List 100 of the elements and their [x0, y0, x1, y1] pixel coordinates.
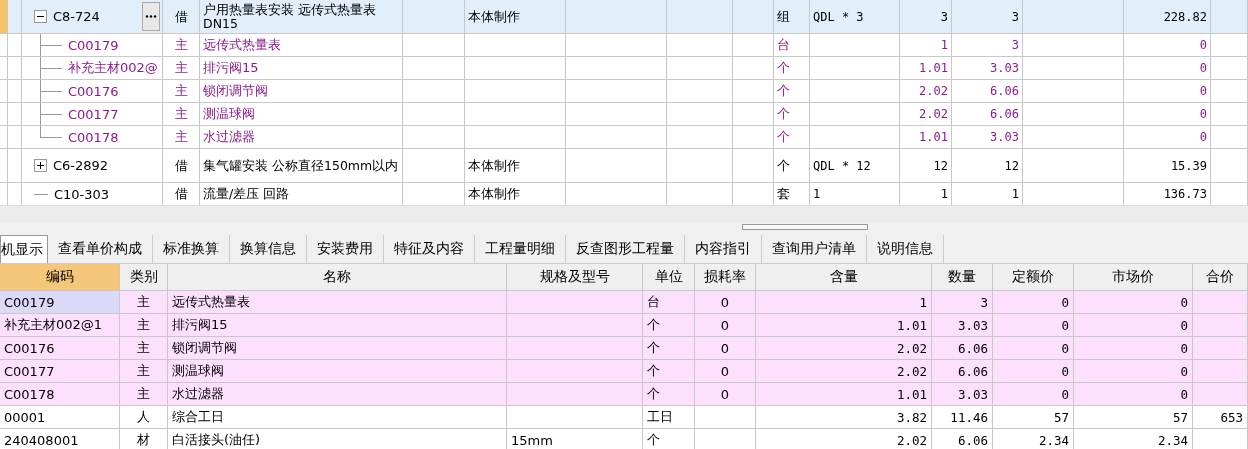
- item-quantity: 12: [952, 149, 1023, 183]
- more-button[interactable]: [142, 2, 160, 31]
- table-cell: 主: [120, 383, 168, 406]
- plus-icon: [36, 161, 45, 170]
- material-code[interactable]: C00179: [68, 37, 119, 53]
- table-cell: 人: [120, 406, 168, 429]
- item-name: 户用热量表安装 远传式热量表 DN15: [200, 0, 403, 34]
- column-header[interactable]: 编码: [0, 264, 120, 291]
- item-price: 0: [1124, 103, 1211, 126]
- tab[interactable]: 说明信息: [867, 235, 944, 263]
- item-code[interactable]: C10-303: [54, 186, 110, 202]
- table-cell: 0: [695, 383, 756, 406]
- table-cell: 57: [993, 406, 1074, 429]
- item-code[interactable]: C6-2892: [53, 158, 109, 173]
- splitter-handle[interactable]: [742, 224, 868, 230]
- empty-cell: [667, 103, 733, 126]
- table-cell: 个: [643, 383, 695, 406]
- table-row[interactable]: 240408001 材 白活接头(油任) 15mm 个 2.02 6.06 2.34 2.34: [0, 429, 1248, 449]
- item-quantity: 2.02: [900, 80, 952, 103]
- item-code[interactable]: C8-724: [53, 9, 100, 24]
- tab[interactable]: 工程量明细: [475, 235, 566, 263]
- item-quantity: 6.06: [952, 80, 1023, 103]
- tab[interactable]: 查询用户清单: [762, 235, 867, 263]
- empty-cell: [1211, 149, 1248, 183]
- tab[interactable]: 特征及内容: [384, 235, 475, 263]
- tab[interactable]: 内容指引: [685, 235, 762, 263]
- item-type: 主: [163, 103, 200, 126]
- item-unit: 台: [774, 34, 810, 57]
- material-code[interactable]: C00178: [68, 129, 119, 145]
- quantity-expression: QDL * 3: [810, 0, 900, 34]
- expand-toggle[interactable]: [34, 159, 47, 172]
- tab[interactable]: 查看单价构成: [48, 235, 153, 263]
- material-name: 水过滤器: [200, 126, 403, 149]
- quantity-expression: QDL * 12: [810, 149, 900, 183]
- empty-cell: [403, 34, 465, 57]
- item-unit: 个: [774, 149, 810, 183]
- table-cell: 个: [643, 429, 695, 449]
- empty-cell: [1211, 57, 1248, 80]
- table-row[interactable]: 补充主材002@1 主 排污阀15 个 0 1.01 3.03 0 0: [0, 314, 1248, 337]
- item-unit: 个: [774, 126, 810, 149]
- item-quantity: 2.02: [900, 103, 952, 126]
- table-row[interactable]: 00001 人 综合工日 工日 3.82 11.46 57 57 653: [0, 406, 1248, 429]
- empty-cell: [403, 103, 465, 126]
- empty-cell: [733, 126, 774, 149]
- table-cell: 653: [1193, 406, 1248, 429]
- empty-cell: [733, 34, 774, 57]
- item-type: 主: [163, 80, 200, 103]
- ellipsis-icon: [145, 15, 157, 18]
- item-price: 0: [1124, 126, 1211, 149]
- material-name: 测温球阀: [200, 103, 403, 126]
- table-cell: C00179: [0, 291, 120, 314]
- material-code[interactable]: C00176: [68, 83, 119, 99]
- table-row[interactable]: C00178 主 水过滤器 个 0 1.01 3.03 0 0: [0, 383, 1248, 406]
- item-quantity: 1: [900, 34, 952, 57]
- empty-cell: [403, 149, 465, 183]
- item-name: 集气罐安装 公称直径150mm以内: [200, 149, 403, 183]
- item-type: 主: [163, 57, 200, 80]
- item-quantity: 1.01: [900, 57, 952, 80]
- material-name: 锁闭调节阀: [200, 80, 403, 103]
- item-quantity: 3: [900, 0, 952, 34]
- empty-cell: [1211, 126, 1248, 149]
- table-cell: 6.06: [932, 429, 993, 449]
- item-unit: 个: [774, 57, 810, 80]
- table-cell: 2.02: [756, 429, 932, 449]
- material-code[interactable]: C00177: [68, 106, 119, 122]
- tab[interactable]: 安装费用: [307, 235, 384, 263]
- table-cell: [695, 406, 756, 429]
- table-row[interactable]: C00176 主 锁闭调节阀 个 0 2.02 6.06 0 0: [0, 337, 1248, 360]
- item-price: 228.82: [1124, 0, 1211, 34]
- material-code[interactable]: 补充主材002@: [68, 59, 158, 77]
- item-price: 15.39: [1124, 149, 1211, 183]
- item-content: 本体制作: [465, 0, 566, 34]
- tab[interactable]: 反查图形工程量: [566, 235, 685, 263]
- item-type: 借: [163, 0, 200, 34]
- empty-cell: [403, 126, 465, 149]
- item-price: 0: [1124, 34, 1211, 57]
- material-name: 排污阀15: [200, 57, 403, 80]
- table-cell: 3.03: [932, 383, 993, 406]
- table-cell: 工日: [643, 406, 695, 429]
- table-row[interactable]: C00179 主 远传式热量表 台 0 1 3 0 0: [0, 291, 1248, 314]
- expand-toggle[interactable]: [34, 10, 47, 23]
- tab[interactable]: 换算信息: [230, 235, 307, 263]
- empty-cell: [733, 103, 774, 126]
- table-cell: 240408001: [0, 429, 120, 449]
- table-cell: 3.82: [756, 406, 932, 429]
- table-cell: 材: [120, 429, 168, 449]
- empty-cell: [403, 57, 465, 80]
- table-cell: 57: [1074, 406, 1193, 429]
- empty-cell: [1211, 34, 1248, 57]
- horizontal-scrollbar[interactable]: [0, 205, 1248, 223]
- item-unit: 组: [774, 0, 810, 34]
- tab[interactable]: 标准换算: [153, 235, 230, 263]
- tab[interactable]: 机显示: [0, 235, 48, 263]
- item-quantity: 12: [900, 149, 952, 183]
- item-quantity: 1.01: [900, 126, 952, 149]
- table-cell: 0: [993, 383, 1074, 406]
- item-unit: 个: [774, 80, 810, 103]
- item-price: 0: [1124, 57, 1211, 80]
- table-row[interactable]: C00177 主 测温球阀 个 0 2.02 6.06 0 0: [0, 360, 1248, 383]
- item-quantity: 3.03: [952, 126, 1023, 149]
